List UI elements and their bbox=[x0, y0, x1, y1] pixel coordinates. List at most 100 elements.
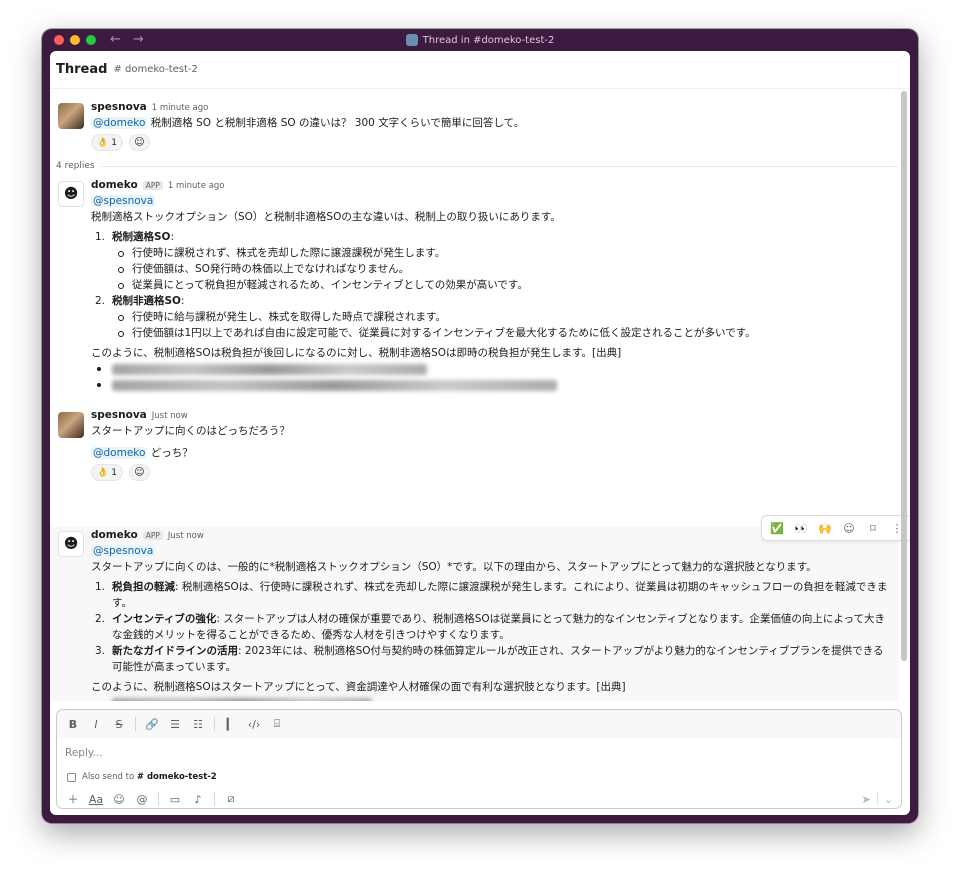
avatar[interactable] bbox=[58, 103, 84, 129]
toolbar-divider bbox=[214, 792, 215, 806]
slash-command-icon: ⧄ bbox=[227, 792, 235, 805]
mention[interactable]: @spesnova bbox=[91, 195, 156, 207]
bot-avatar[interactable]: ☻ bbox=[58, 181, 84, 207]
save-bookmark-button[interactable]: ⌑ bbox=[863, 518, 883, 538]
reaction-count: 1 bbox=[111, 467, 117, 478]
also-send-option[interactable]: Also send to # domeko-test-2 bbox=[67, 772, 217, 782]
list-number: 1. bbox=[95, 581, 106, 593]
redacted-source-link[interactable] bbox=[91, 361, 888, 377]
bot-avatar[interactable]: ☻ bbox=[58, 531, 84, 557]
message-text: 税制適格ストックオプション（SO）と税制非適格SOの主な違いは、税制上の取り扱い… bbox=[91, 211, 561, 223]
code-block-button[interactable]: ⌸ bbox=[267, 714, 287, 734]
redacted-text bbox=[112, 698, 372, 701]
emoji-button[interactable]: ☺ bbox=[109, 790, 129, 808]
code-button[interactable]: ‹/› bbox=[244, 714, 264, 734]
attach-button[interactable]: ＋ bbox=[63, 790, 83, 808]
redacted-source-link[interactable] bbox=[91, 377, 888, 393]
message-text: スタートアップに向くのは、一般的に*税制適格ストックオプション（SO）*です。以… bbox=[91, 561, 817, 573]
mention-icon: @ bbox=[136, 792, 148, 806]
divider-line bbox=[100, 165, 898, 167]
video-button[interactable]: ▭ bbox=[165, 790, 185, 808]
timestamp[interactable]: 1 minute ago bbox=[168, 181, 225, 191]
strikethrough-button[interactable]: S bbox=[109, 714, 129, 734]
plus-icon: ＋ bbox=[67, 793, 79, 806]
list-item-title: 税負担の軽減 bbox=[112, 581, 175, 593]
also-send-channel: # domeko-test-2 bbox=[136, 772, 217, 782]
add-reaction-icon: ☺ bbox=[134, 137, 145, 148]
thread-header: Thread # domeko-test-2 bbox=[50, 51, 910, 89]
bulleted-list-button[interactable]: ☷ bbox=[188, 714, 208, 734]
list-item-title: インセンティブの強化 bbox=[112, 613, 217, 625]
italic-button[interactable]: I bbox=[86, 714, 106, 734]
code-block-icon: ⌸ bbox=[273, 717, 281, 730]
bold-button[interactable]: B bbox=[63, 714, 83, 734]
link-button[interactable]: 🔗 bbox=[142, 714, 162, 734]
message-conclusion: このように、税制適格SOはスタートアップにとって、資金調達や人材確保の面で有利な… bbox=[91, 681, 626, 693]
blockquote-icon: ▎ bbox=[226, 717, 236, 731]
also-send-prefix: Also send to bbox=[82, 772, 137, 782]
thread-title: Thread bbox=[56, 62, 108, 77]
ordered-list-button[interactable]: ☰ bbox=[165, 714, 185, 734]
video-icon: ▭ bbox=[169, 792, 181, 806]
scrollbar[interactable] bbox=[901, 91, 907, 661]
react-check-button[interactable]: ✅ bbox=[767, 518, 787, 538]
toolbar-divider bbox=[214, 717, 215, 731]
send-icon: ➤ bbox=[861, 792, 871, 806]
author-name[interactable]: spesnova bbox=[91, 409, 147, 421]
italic-icon: I bbox=[94, 717, 98, 731]
send-button[interactable]: ➤ bbox=[862, 793, 871, 806]
text-format-button[interactable]: Aa bbox=[86, 790, 106, 808]
redacted-text bbox=[112, 380, 557, 391]
message-text: どっち？ bbox=[147, 447, 193, 459]
check-mark-icon: ✅ bbox=[770, 521, 784, 535]
bold-icon: B bbox=[68, 717, 78, 731]
also-send-checkbox[interactable] bbox=[67, 772, 76, 782]
ordered-list: 1. 税負担の軽減: 税制適格SOは、行使時に課税されず、株式を売却した際に譲渡課… bbox=[91, 579, 888, 675]
send-options-button[interactable]: ⌄ bbox=[884, 793, 893, 806]
message[interactable]: ☻ domeko APP 1 minute ago @spesnova 税制適格… bbox=[50, 179, 898, 409]
link-icon: 🔗 bbox=[145, 717, 159, 731]
reactions-row: 👌 1 ☺ bbox=[91, 134, 888, 151]
reaction-ok-hand[interactable]: 👌 1 bbox=[91, 134, 123, 151]
mention[interactable]: @domeko bbox=[91, 117, 148, 129]
mention-button[interactable]: @ bbox=[132, 790, 152, 808]
message[interactable]: spesnova 1 minute ago @domeko 税制適格 SO と税… bbox=[50, 99, 898, 155]
timestamp[interactable]: Just now bbox=[152, 411, 188, 421]
blockquote-button[interactable]: ▎ bbox=[221, 714, 241, 734]
reply-composer: B I S 🔗 ☰ ☷ ▎ ‹/› ⌸ Also send to # domek… bbox=[56, 709, 902, 809]
message-conclusion: このように、税制適格SOは税負担が後回しになるのに対し、税制非適格SOは即時の税… bbox=[91, 347, 622, 359]
add-reaction-button[interactable]: ☺ bbox=[128, 134, 150, 151]
add-reaction-icon: ☺ bbox=[843, 521, 855, 535]
add-reaction-button[interactable]: ☺ bbox=[839, 518, 859, 538]
react-eyes-button[interactable]: 👀 bbox=[791, 518, 811, 538]
thread-messages[interactable]: spesnova 1 minute ago @domeko 税制適格 SO と税… bbox=[50, 89, 910, 701]
author-name[interactable]: spesnova bbox=[91, 101, 147, 113]
slash-command-button[interactable]: ⧄ bbox=[221, 790, 241, 808]
message[interactable]: spesnova Just now スタートアップに向くのはどっちだろう？ @d… bbox=[50, 409, 898, 509]
code-icon: ‹/› bbox=[247, 717, 261, 731]
app-window: ← → Thread in #domeko-test-2 Thread # do… bbox=[42, 29, 918, 823]
bot-face-icon: ☻ bbox=[63, 186, 79, 202]
react-raised-hands-button[interactable]: 🙌 bbox=[815, 518, 835, 538]
sub-list-item: 行使時に給与課税が発生し、株式を取得した時点で課税されます。 bbox=[91, 309, 888, 325]
timestamp[interactable]: 1 minute ago bbox=[152, 103, 209, 113]
workspace-icon bbox=[405, 34, 418, 46]
avatar[interactable] bbox=[58, 412, 84, 438]
ordered-list: 1. 税制適格SO: 行使時に課税されず、株式を売却した際に譲渡課税が発生します。… bbox=[91, 229, 888, 341]
reaction-ok-hand[interactable]: 👌 1 bbox=[91, 464, 123, 481]
thread-channel-link[interactable]: # domeko-test-2 bbox=[113, 64, 197, 75]
author-name[interactable]: domeko bbox=[91, 529, 138, 541]
bot-face-icon: ☻ bbox=[63, 536, 79, 552]
mention[interactable]: @spesnova bbox=[91, 545, 156, 557]
reply-input[interactable] bbox=[65, 744, 765, 762]
add-reaction-button[interactable]: ☺ bbox=[128, 464, 150, 481]
eyes-icon: 👀 bbox=[794, 521, 808, 535]
timestamp[interactable]: Just now bbox=[168, 531, 204, 541]
mention[interactable]: @domeko bbox=[91, 447, 148, 459]
audio-button[interactable]: ♪ bbox=[188, 790, 208, 808]
redacted-source-link[interactable] bbox=[91, 695, 888, 701]
microphone-icon: ♪ bbox=[194, 792, 202, 806]
message[interactable]: ☻ domeko APP Just now @spesnova スタートアップに… bbox=[50, 529, 898, 701]
sub-list-item: 行使時に課税されず、株式を売却した際に譲渡課税が発生します。 bbox=[91, 245, 888, 261]
author-name[interactable]: domeko bbox=[91, 179, 138, 191]
